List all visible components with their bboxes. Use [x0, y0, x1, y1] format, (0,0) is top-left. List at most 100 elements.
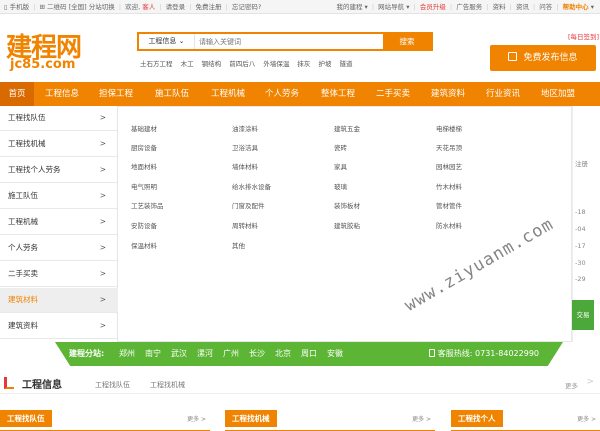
submenu-link[interactable]: 玻璃	[334, 181, 347, 191]
card-title[interactable]: 工程找队伍	[0, 410, 52, 427]
hot-keyword[interactable]: 木工	[181, 60, 194, 68]
help-center-link[interactable]: 帮助中心	[563, 3, 589, 11]
card-more-link[interactable]: 更多 >	[412, 414, 431, 423]
city-band: 建程分站: 郑州 南宁 武汉 漯河 广州 长沙 北京 周口 安徽 客服热线: 0…	[55, 342, 563, 366]
info-link[interactable]: 资料	[493, 3, 506, 11]
hot-keyword[interactable]: 钢结构	[202, 60, 222, 68]
section-tab[interactable]: 工程找机械	[150, 380, 185, 390]
submenu-link[interactable]: 电梯楼梯	[436, 123, 462, 133]
nav-whole-project[interactable]: 整体工程	[314, 82, 362, 106]
card-title[interactable]: 工程找机械	[225, 410, 277, 427]
trade-badge[interactable]: 交易	[572, 300, 594, 330]
my-build-menu[interactable]: 我的建程	[336, 3, 362, 11]
city-link[interactable]: 南宁	[145, 342, 161, 366]
submenu-link[interactable]: 管材管件	[436, 200, 462, 210]
submenu-link[interactable]: 竹木材料	[436, 181, 462, 191]
menu-item[interactable]: 工程机械 >	[0, 210, 118, 235]
forgot-password-link[interactable]: 忘记密码?	[232, 3, 261, 11]
qrcode-icon: ⊞	[39, 3, 45, 11]
nav-industry-news[interactable]: 行业资讯	[479, 82, 527, 106]
qrcode-link[interactable]: 二维码	[47, 3, 67, 11]
section-tab[interactable]: 工程找队伍	[95, 380, 130, 390]
submenu-link[interactable]: 防水材料	[436, 220, 462, 230]
search-box: 工程信息 ⌄ 搜索	[137, 32, 433, 51]
submenu-link[interactable]: 其他	[232, 240, 245, 250]
city-link[interactable]: 长沙	[249, 342, 265, 366]
nav-teams[interactable]: 施工队伍	[148, 82, 196, 106]
site-nav-menu[interactable]: 网站导航	[378, 3, 404, 11]
submenu-link[interactable]: 电气照明	[131, 181, 157, 191]
city-link[interactable]: 北京	[275, 342, 291, 366]
city-link[interactable]: 广州	[223, 342, 239, 366]
login-link[interactable]: 请登录	[166, 3, 186, 11]
city-link[interactable]: 武汉	[171, 342, 187, 366]
card-title[interactable]: 工程找个人	[451, 410, 503, 427]
menu-item[interactable]: 二手买卖 >	[0, 262, 118, 287]
submenu-link[interactable]: 安防设备	[131, 220, 157, 230]
city-link[interactable]: 郑州	[119, 342, 135, 366]
city-link[interactable]: 周口	[301, 342, 317, 366]
submenu-link[interactable]: 地面材料	[131, 161, 157, 171]
menu-item[interactable]: 施工队伍 >	[0, 184, 118, 209]
submenu-link[interactable]: 周转材料	[232, 220, 258, 230]
nav-guarantee[interactable]: 担保工程	[92, 82, 140, 106]
menu-item[interactable]: 工程找个人劳务 >	[0, 158, 118, 183]
search-category-select[interactable]: 工程信息 ⌄	[139, 34, 195, 49]
hot-keyword[interactable]: 隧道	[340, 60, 353, 68]
mobile-link[interactable]: 手机版	[10, 3, 30, 11]
submenu-link[interactable]: 家具	[334, 161, 347, 171]
search-input[interactable]	[197, 34, 377, 49]
submenu-link[interactable]: 保温材料	[131, 240, 157, 250]
hot-keyword[interactable]: 抹灰	[297, 60, 310, 68]
hot-keyword[interactable]: 前四后八	[229, 60, 255, 68]
submenu-link[interactable]: 园林园艺	[436, 161, 462, 171]
submenu-link[interactable]: 装饰板材	[334, 200, 360, 210]
submenu-link[interactable]: 门窗及配件	[232, 200, 265, 210]
nav-secondhand[interactable]: 二手买卖	[369, 82, 417, 106]
hot-keyword[interactable]: 护坡	[318, 60, 331, 68]
submenu-link[interactable]: 天花吊顶	[436, 142, 462, 152]
submenu-link[interactable]: 给水排水设备	[232, 181, 271, 191]
submenu-link[interactable]: 墙体材料	[232, 161, 258, 171]
peek-text[interactable]: 注册	[575, 158, 588, 168]
menu-item[interactable]: 建筑资料 >	[0, 314, 118, 339]
menu-item-active[interactable]: 建筑材料 >	[0, 288, 118, 313]
logo-domain[interactable]: jc85.com	[10, 57, 75, 72]
submenu-link[interactable]: 瓷砖	[334, 142, 347, 152]
daily-signin-link[interactable]: [每日签到]	[568, 31, 599, 41]
nav-projects[interactable]: 工程信息	[38, 82, 86, 106]
hot-keyword[interactable]: 土石方工程	[140, 60, 173, 68]
nav-materials[interactable]: 建筑资料	[424, 82, 472, 106]
submenu-link[interactable]: 基础建材	[131, 123, 157, 133]
city-link[interactable]: 漯河	[197, 342, 213, 366]
peek-text: -04	[575, 225, 586, 233]
qa-link[interactable]: 问答	[539, 3, 552, 11]
menu-item[interactable]: 个人劳务 >	[0, 236, 118, 261]
nav-labor[interactable]: 个人劳务	[258, 82, 306, 106]
hot-keyword[interactable]: 外墙保温	[263, 60, 289, 68]
nav-machinery[interactable]: 工程机械	[204, 82, 252, 106]
submenu-link[interactable]: 建筑五金	[334, 123, 360, 133]
nav-home[interactable]: 首页	[0, 82, 34, 106]
switch-city-link[interactable]: 分站切换	[89, 3, 115, 11]
card-more-link[interactable]: 更多 >	[187, 414, 206, 423]
search-button[interactable]: 搜索	[383, 32, 431, 51]
ad-service-link[interactable]: 广告服务	[456, 3, 482, 11]
submenu-link[interactable]: 油漆涂料	[232, 123, 258, 133]
menu-item[interactable]: 工程找队伍 >	[0, 106, 118, 131]
submenu-link[interactable]: 建筑胶粘	[334, 220, 360, 230]
register-link[interactable]: 免费注册	[196, 3, 222, 11]
nav-region-join[interactable]: 地区加盟	[534, 82, 582, 106]
submenu-link[interactable]: 厨房设备	[131, 142, 157, 152]
chevron-right-icon[interactable]: >	[586, 377, 594, 387]
vip-upgrade-link[interactable]: 会员升级	[420, 3, 446, 11]
card-more-link[interactable]: 更多 >	[577, 414, 596, 423]
submenu-link[interactable]: 工艺装饰品	[131, 200, 164, 210]
edit-icon	[508, 52, 518, 61]
city-link[interactable]: 安徽	[327, 342, 343, 366]
menu-item[interactable]: 工程找机械 >	[0, 132, 118, 157]
submenu-link[interactable]: 卫浴洁具	[232, 142, 258, 152]
section-more-link[interactable]: 更多	[565, 380, 578, 390]
publish-button[interactable]: 免费发布信息	[490, 45, 596, 71]
news-link[interactable]: 资讯	[516, 3, 529, 11]
